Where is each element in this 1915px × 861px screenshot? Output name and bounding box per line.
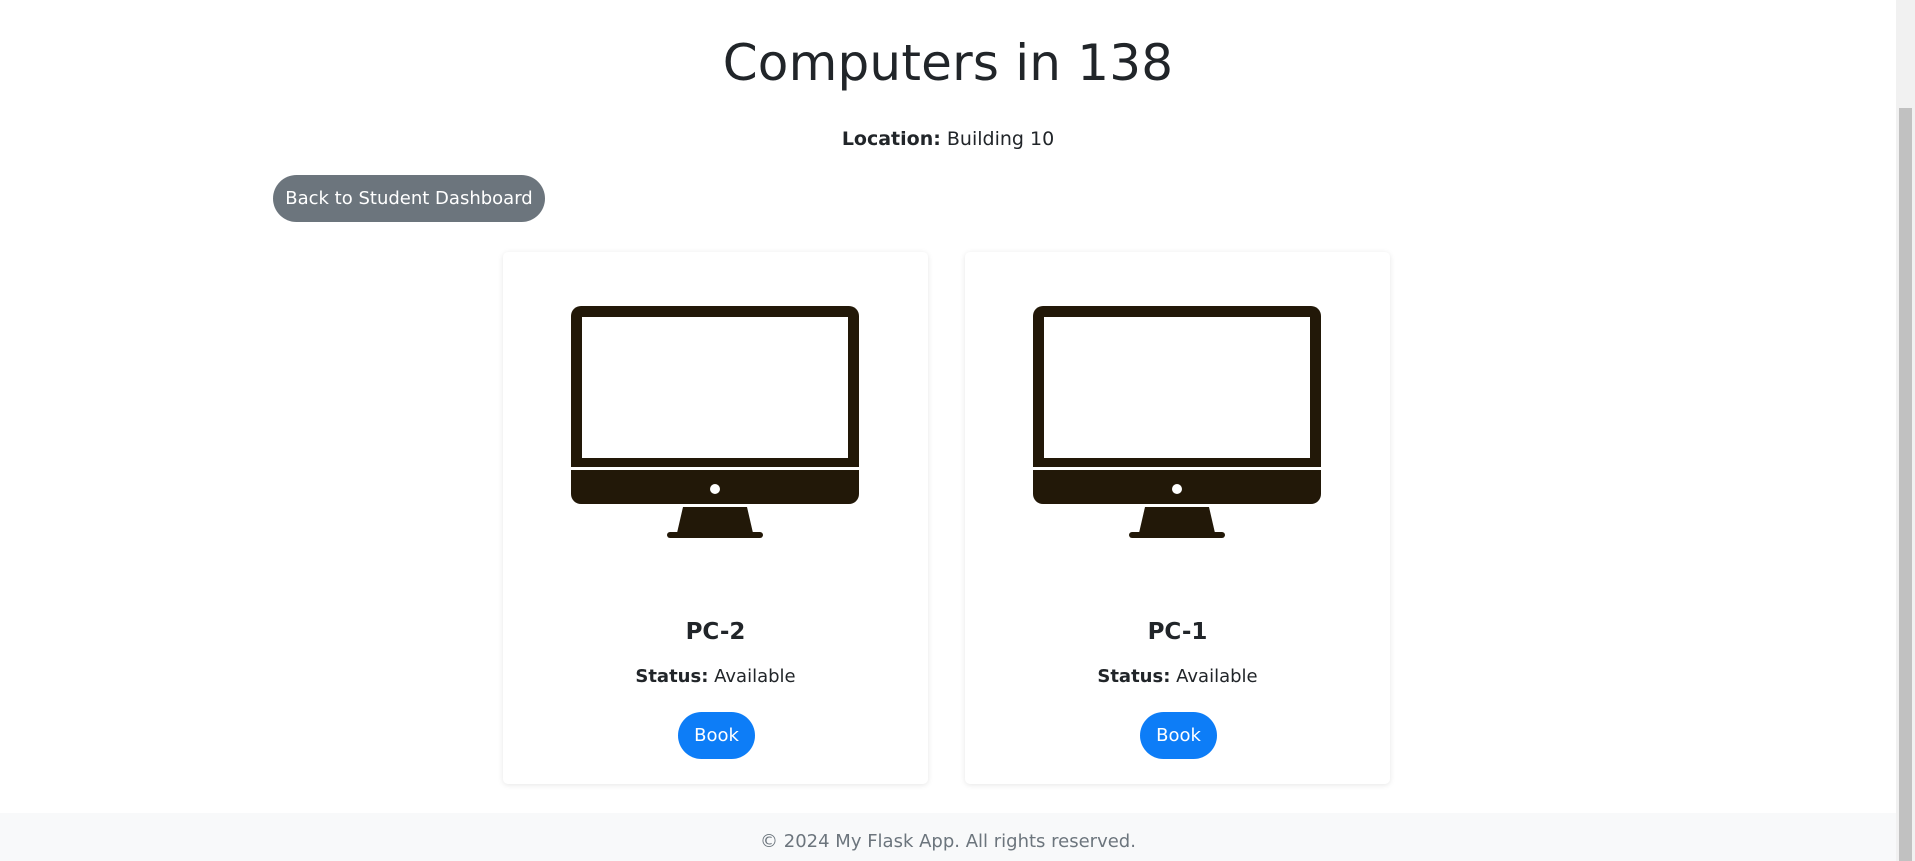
footer: © 2024 My Flask App. All rights reserved…: [0, 813, 1896, 861]
computer-status: Status: Available: [503, 666, 928, 687]
footer-text: © 2024 My Flask App. All rights reserved…: [760, 831, 1136, 852]
scrollbar-thumb[interactable]: [1899, 108, 1912, 861]
browser-viewport: Computers in 138 Location: Building 10 B…: [0, 0, 1915, 861]
vertical-scrollbar[interactable]: [1896, 0, 1915, 861]
location-label: Location:: [841, 128, 941, 150]
book-button[interactable]: Book: [1140, 712, 1217, 759]
status-label: Status:: [635, 666, 709, 687]
page: Computers in 138 Location: Building 10 B…: [0, 0, 1896, 861]
back-to-dashboard-button[interactable]: Back to Student Dashboard: [273, 175, 545, 222]
computer-name: PC-2: [685, 619, 746, 645]
status-value: Available: [1176, 666, 1258, 687]
computer-name: PC-1: [1147, 619, 1208, 645]
status-label: Status:: [1097, 666, 1171, 687]
monitor-icon: [1033, 306, 1321, 546]
computer-card: PC-2 Status: Available Book: [503, 252, 928, 784]
location-value: Building 10: [946, 128, 1055, 150]
computer-status: Status: Available: [965, 666, 1390, 687]
location-line: Location: Building 10: [0, 128, 1896, 150]
book-button[interactable]: Book: [678, 712, 755, 759]
status-value: Available: [714, 666, 796, 687]
monitor-icon: [571, 306, 859, 546]
page-title: Computers in 138: [722, 34, 1174, 92]
computer-card: PC-1 Status: Available Book: [965, 252, 1390, 784]
